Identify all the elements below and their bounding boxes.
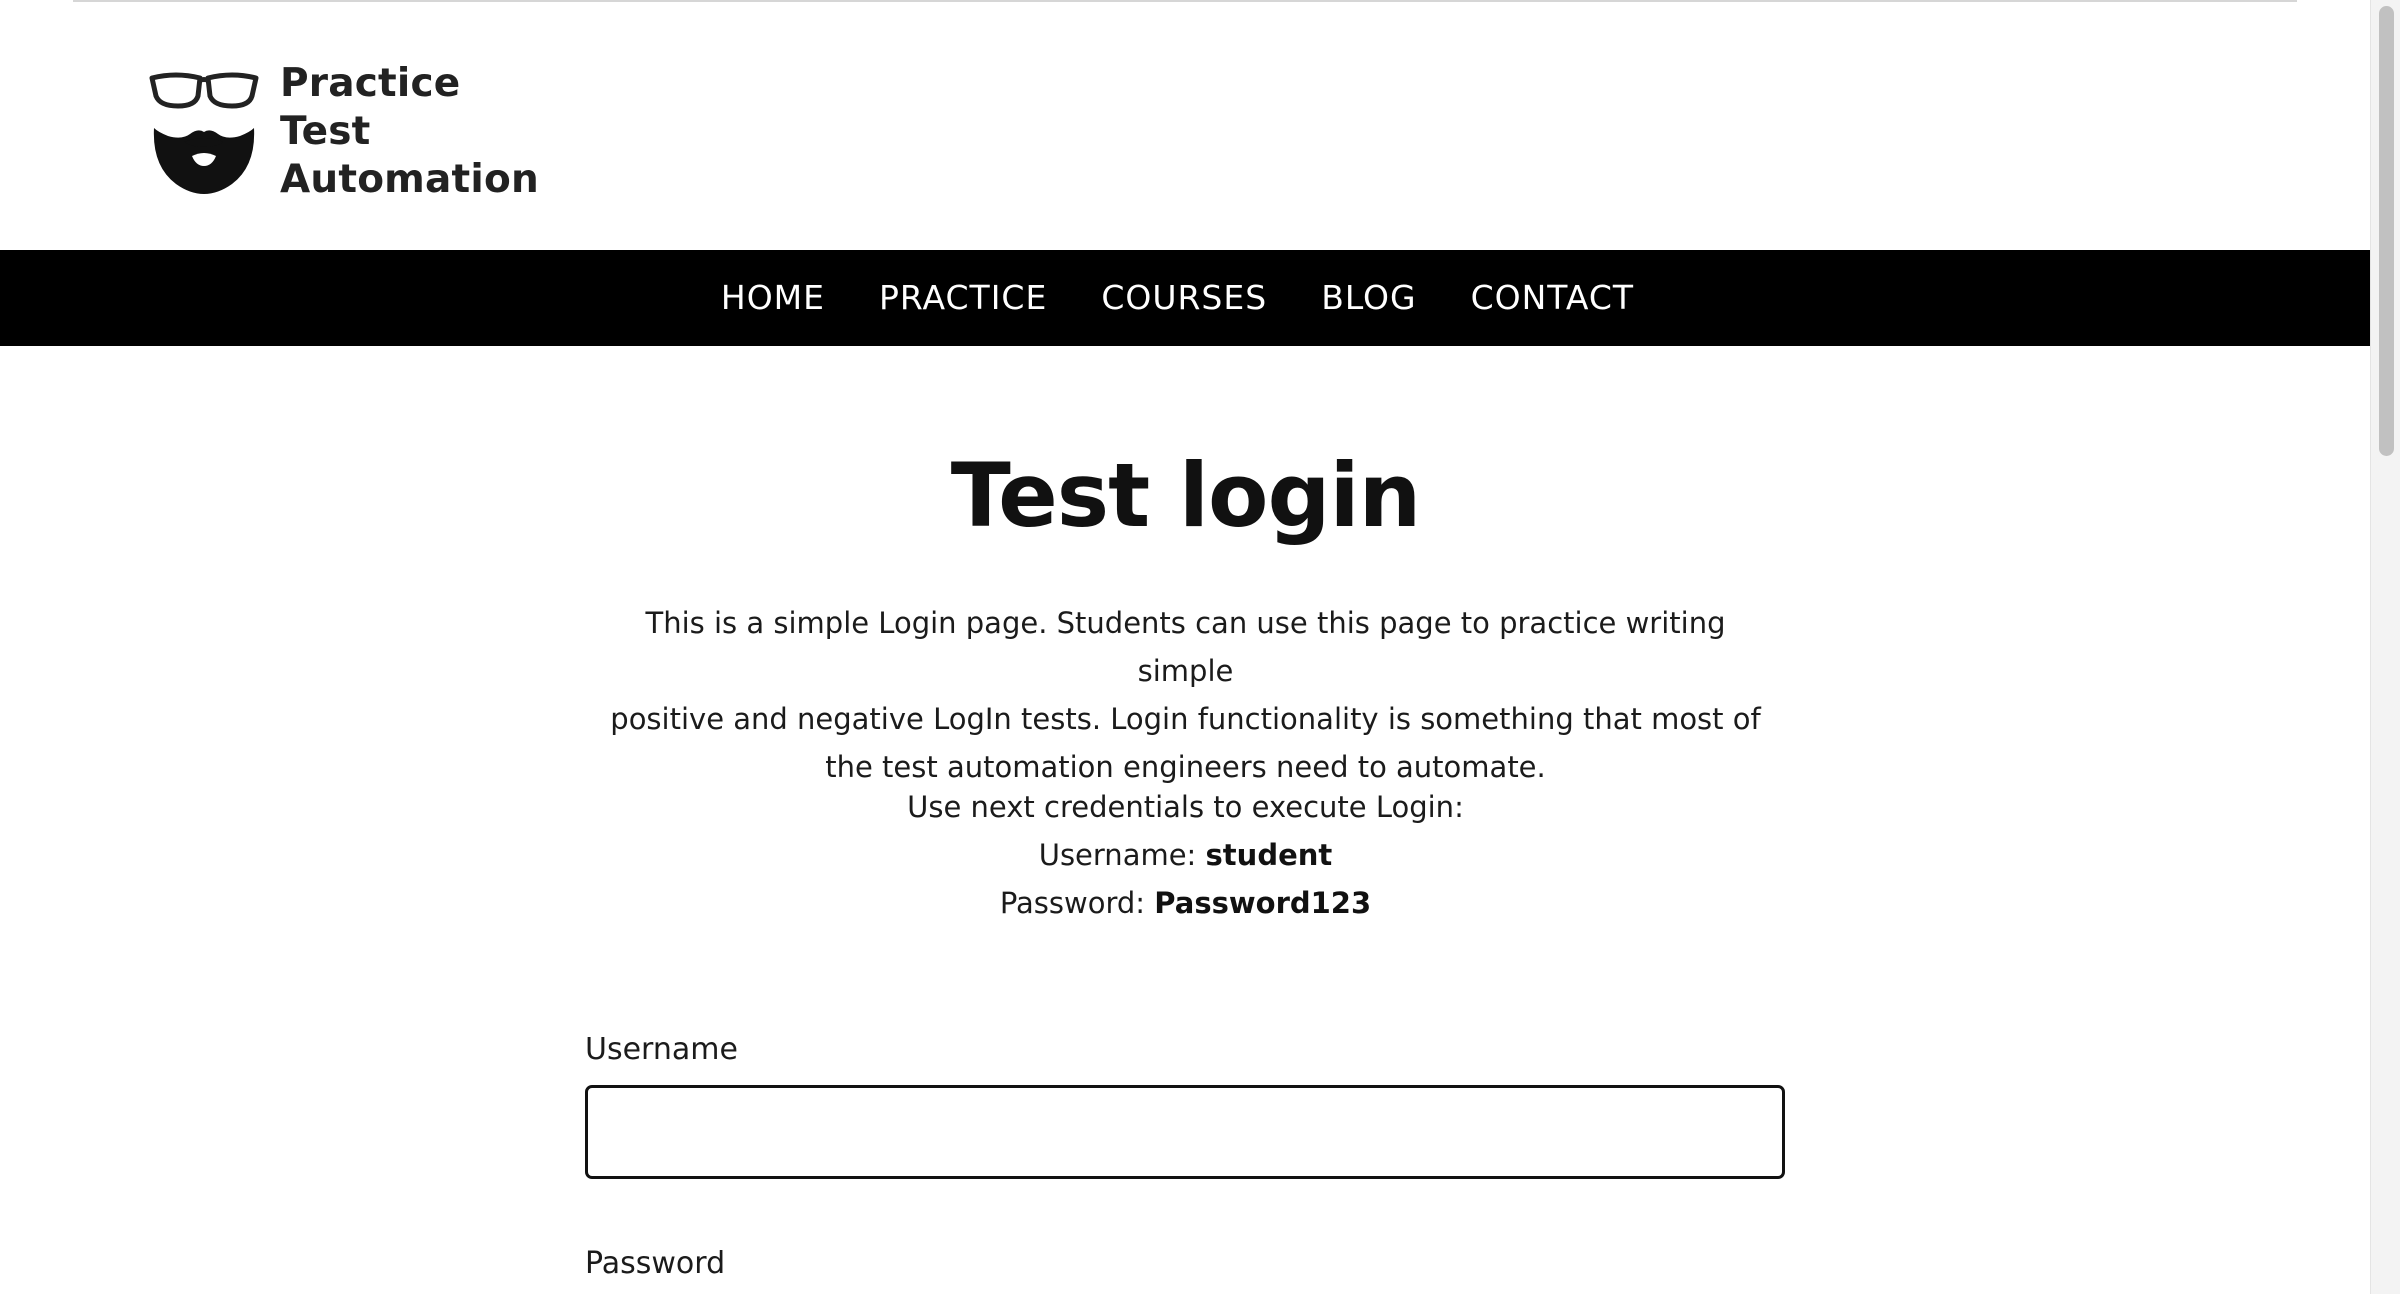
nav-item-courses: COURSES	[1082, 250, 1302, 346]
nav-item-contact: CONTACT	[1452, 250, 1670, 346]
nav-link-home[interactable]: HOME	[694, 250, 852, 346]
intro-line-2: positive and negative LogIn tests. Login…	[610, 702, 1761, 736]
nav-item-home: HOME	[702, 250, 860, 346]
page-root: Practice Test Automation HOME PRACTICE C…	[0, 0, 2400, 1294]
nav-link-courses[interactable]: COURSES	[1074, 250, 1294, 346]
logo-text: Practice Test Automation	[280, 60, 608, 204]
intro-line-1: This is a simple Login page. Students ca…	[645, 606, 1726, 688]
logo-line-1: Practice	[280, 61, 461, 106]
site-logo-link[interactable]: Practice Test Automation	[148, 61, 608, 202]
password-hint-label: Password:	[999, 886, 1155, 920]
logo-line-2: Test Automation	[280, 109, 539, 202]
page-title: Test login	[950, 444, 1422, 547]
password-label: Password	[585, 1246, 726, 1281]
nav-menu: HOME PRACTICE COURSES BLOG CONTACT	[702, 250, 1669, 346]
top-divider	[73, 0, 2297, 2]
intro-paragraph: This is a simple Login page. Students ca…	[600, 599, 1771, 791]
password-hint-value: Password123	[1154, 886, 1372, 920]
intro-line-3: the test automation engineers need to au…	[825, 750, 1546, 784]
nav-item-practice: PRACTICE	[860, 250, 1082, 346]
credentials-heading: Use next credentials to execute Login:	[907, 790, 1464, 824]
nav-item-blog: BLOG	[1302, 250, 1451, 346]
main-navigation: HOME PRACTICE COURSES BLOG CONTACT	[0, 250, 2371, 346]
credentials-info: Use next credentials to execute Login: U…	[600, 783, 1771, 927]
username-input[interactable]	[585, 1085, 1785, 1179]
glasses-beard-icon	[149, 72, 259, 194]
username-hint-value: student	[1205, 838, 1333, 872]
scrollbar-thumb[interactable]	[2379, 6, 2394, 456]
vertical-scrollbar[interactable]	[2370, 0, 2400, 1294]
username-hint-label: Username:	[1038, 838, 1206, 872]
username-label: Username	[585, 1032, 738, 1067]
nav-link-practice[interactable]: PRACTICE	[852, 250, 1074, 346]
nav-link-blog[interactable]: BLOG	[1294, 250, 1443, 346]
nav-link-contact[interactable]: CONTACT	[1444, 250, 1662, 346]
